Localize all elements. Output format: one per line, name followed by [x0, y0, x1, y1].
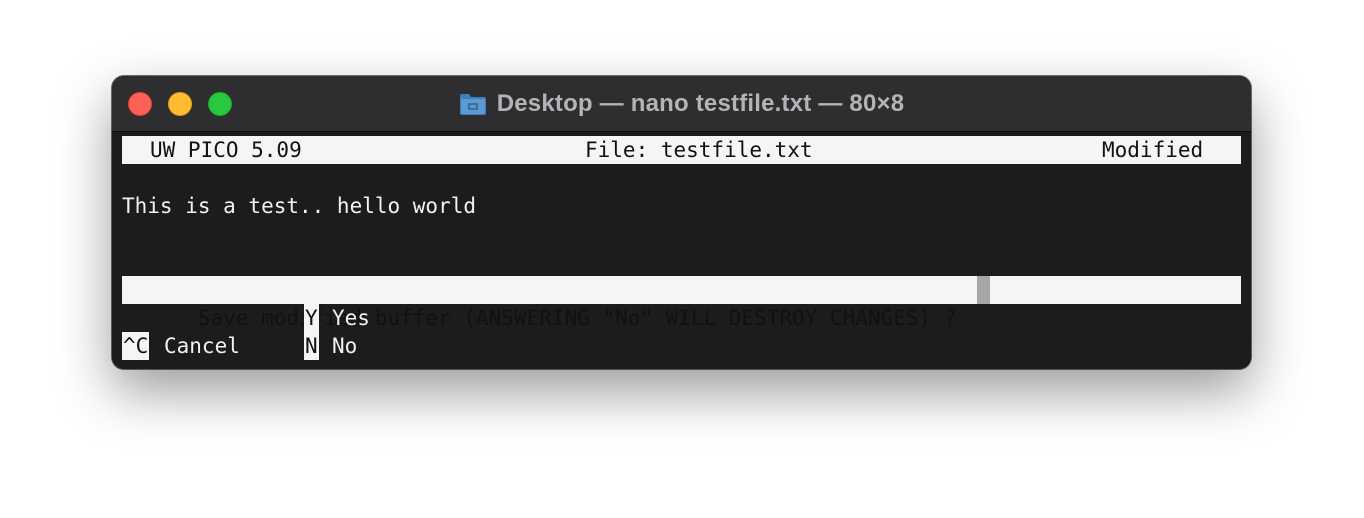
file-name-label: File: testfile.txt: [585, 138, 813, 162]
window-title: Desktop — nano testfile.txt — 80×8: [496, 90, 905, 117]
nano-header-bar: UW PICO 5.09 File: testfile.txt Modified: [122, 136, 1241, 164]
yes-shortcut-key[interactable]: Y: [304, 304, 319, 332]
terminal-window: Desktop — nano testfile.txt — 80×8 UW PI…: [112, 76, 1251, 369]
terminal-content[interactable]: UW PICO 5.09 File: testfile.txt Modified…: [112, 132, 1251, 369]
cancel-shortcut-label[interactable]: Cancel: [164, 332, 240, 360]
modified-status: Modified: [1102, 138, 1204, 162]
text-cursor: [977, 276, 990, 304]
buffer-line-2: This is a test.. hello world: [122, 194, 477, 218]
app-version-label: UW PICO 5.09: [150, 138, 302, 162]
save-prompt-bar[interactable]: Save modified buffer (ANSWERING "No" WIL…: [122, 276, 1241, 330]
cancel-shortcut-key[interactable]: ^C: [122, 332, 150, 360]
window-title-group: Desktop — nano testfile.txt — 80×8: [112, 76, 1251, 132]
folder-icon: [459, 94, 486, 115]
title-bar[interactable]: Desktop — nano testfile.txt — 80×8: [112, 76, 1251, 132]
no-shortcut-key[interactable]: N: [304, 332, 319, 360]
yes-shortcut-label[interactable]: Yes: [332, 304, 370, 332]
no-shortcut-label[interactable]: No: [332, 332, 357, 360]
